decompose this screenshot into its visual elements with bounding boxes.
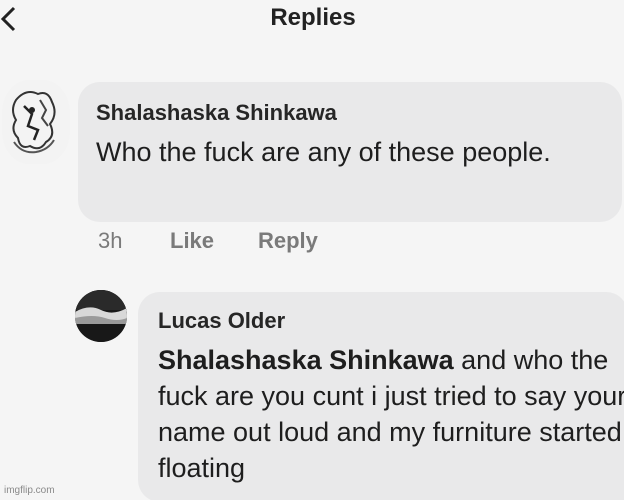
replies-screen: Replies Shalashaska Shinkawa Who the fuc… <box>0 0 624 500</box>
reply-button[interactable]: Reply <box>258 228 318 254</box>
avatar[interactable] <box>75 290 127 342</box>
page-title: Replies <box>270 4 356 31</box>
avatar[interactable] <box>2 80 70 164</box>
comment-timestamp: 3h <box>98 228 123 253</box>
comment-author[interactable]: Shalashaska Shinkawa <box>96 100 337 126</box>
watermark: imgflip.com <box>4 485 55 496</box>
sketch-avatar-image <box>2 80 70 164</box>
header-bar: Replies <box>0 0 624 40</box>
like-button[interactable]: Like <box>170 228 214 254</box>
reply-author[interactable]: Lucas Older <box>158 308 285 334</box>
reply-text: Shalashaska Shinkawa and who the fuck ar… <box>158 342 624 486</box>
landscape-avatar-image <box>75 290 127 342</box>
comment-text: Who the fuck are any of these people. <box>96 137 551 167</box>
mention-link[interactable]: Shalashaska Shinkawa <box>158 345 454 375</box>
